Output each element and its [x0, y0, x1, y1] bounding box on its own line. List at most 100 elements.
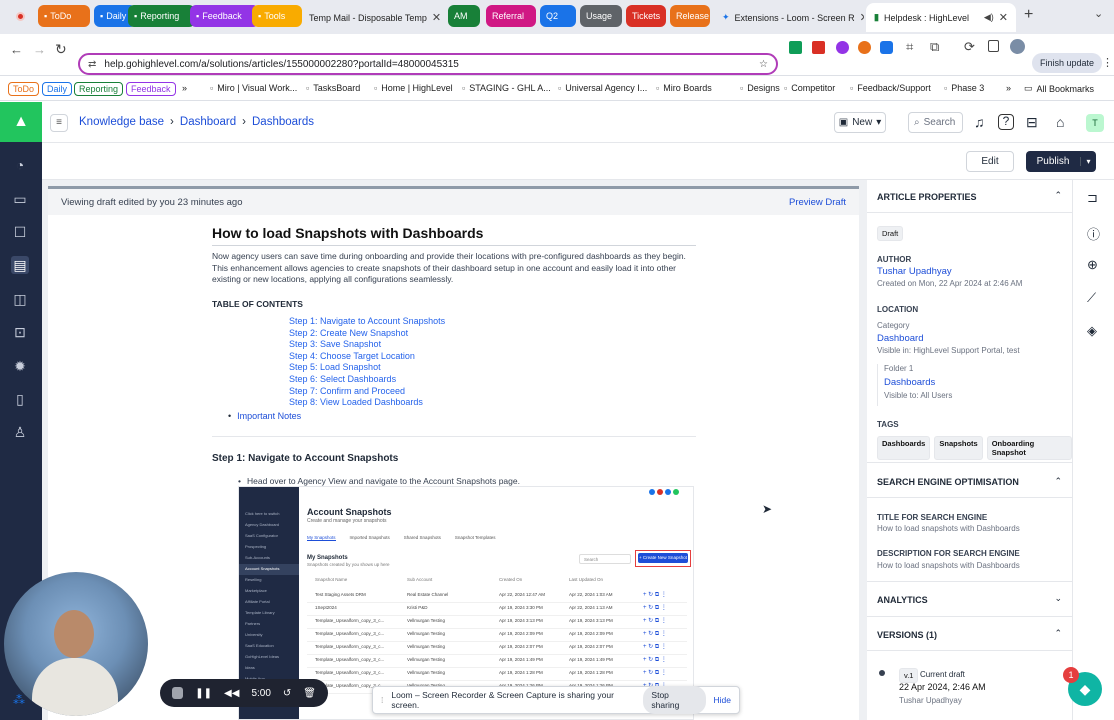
rewind-icon[interactable]: ◀◀: [224, 688, 239, 699]
tag-chip[interactable]: Snapshots: [934, 436, 983, 460]
tab-group-3[interactable]: ▪ Feedback: [190, 5, 259, 27]
author-link[interactable]: Tushar Upadhyay: [877, 266, 952, 277]
toc-link[interactable]: Step 6: Select Dashboards: [289, 374, 445, 386]
info-icon[interactable]: ⓘ: [1087, 224, 1100, 243]
close-tab-icon[interactable]: ✕: [432, 11, 441, 24]
toc-link[interactable]: Step 2: Create New Snapshot: [289, 328, 445, 340]
url-bar[interactable]: ⇄ help.gohighlevel.com/a/solutions/artic…: [78, 53, 778, 75]
hide-button[interactable]: Hide: [714, 695, 731, 705]
tickets-icon[interactable]: ▭: [11, 190, 29, 208]
tab-group-0[interactable]: ▪ ToDo: [38, 5, 90, 27]
site-info-icon[interactable]: ⇄: [88, 59, 96, 70]
store-icon[interactable]: ⌂: [1056, 114, 1064, 130]
chevron-up-icon[interactable]: ⌃: [1054, 628, 1062, 639]
bookmark-link[interactable]: ▫ Miro Boards: [656, 83, 712, 93]
collapse-sidebar-icon[interactable]: ≡: [50, 114, 68, 132]
user-avatar[interactable]: T: [1086, 114, 1104, 132]
bot-icon[interactable]: ⊡: [11, 323, 29, 341]
tab-loom-extensions[interactable]: ✦ Extensions - Loom - Screen R ✕: [714, 3, 864, 32]
restart-icon[interactable]: ↺: [283, 688, 291, 699]
audio-icon[interactable]: ◀): [984, 12, 994, 23]
help-icon[interactable]: ?: [998, 114, 1014, 130]
globe-icon[interactable]: ⊕: [1087, 257, 1098, 273]
close-tab-icon[interactable]: ✕: [999, 11, 1008, 24]
chevron-down-icon[interactable]: ▾: [1080, 157, 1096, 166]
toc-link[interactable]: Step 8: View Loaded Dashboards: [289, 397, 445, 409]
tag-chip[interactable]: Onboarding Snapshot: [986, 436, 1072, 460]
loom-grid-icon[interactable]: ⁂: [13, 693, 25, 707]
extension-icon[interactable]: [880, 41, 893, 54]
notifications-bell-icon[interactable]: ♫: [974, 114, 985, 130]
new-dropdown-button[interactable]: ▣ New ▾: [834, 112, 886, 133]
trash-icon[interactable]: 🗑: [303, 688, 316, 699]
all-bookmarks[interactable]: ▭ All Bookmarks: [1024, 83, 1094, 94]
bookmark-link[interactable]: ▫ Competitor: [784, 83, 835, 93]
edit-button[interactable]: Edit: [966, 151, 1014, 172]
close-tab-icon[interactable]: ✕: [860, 11, 864, 24]
profile-avatar[interactable]: [1010, 39, 1025, 54]
chevron-up-icon[interactable]: ⌃: [1054, 190, 1062, 201]
user-icon[interactable]: ♙: [11, 423, 29, 441]
analytics-section-header[interactable]: ANALYTICS ⌄: [867, 581, 1072, 617]
breadcrumb-dashboard[interactable]: Dashboard: [180, 116, 236, 128]
stop-sharing-button[interactable]: Stop sharing: [643, 686, 706, 714]
bookmark-chip[interactable]: Daily: [42, 82, 73, 96]
chat-icon[interactable]: ◫: [11, 290, 29, 308]
forward-icon[interactable]: →: [33, 42, 46, 57]
breadcrumb-knowledge-base[interactable]: Knowledge base: [79, 116, 164, 128]
version-date[interactable]: 22 Apr 2024, 2:46 AM: [899, 682, 986, 692]
tag-chip[interactable]: Dashboards: [877, 436, 931, 460]
stop-recording-icon[interactable]: [172, 687, 184, 699]
breadcrumb-dashboards[interactable]: Dashboards: [252, 116, 314, 128]
bookmarks-chevron[interactable]: »: [182, 83, 187, 93]
bookmark-chip[interactable]: Reporting: [74, 82, 124, 96]
contacts-icon[interactable]: ☐: [11, 223, 29, 241]
chevron-up-icon[interactable]: ⌃: [1054, 476, 1062, 487]
settings-icon[interactable]: ⊟: [1026, 114, 1038, 131]
tab-group-usage[interactable]: Usage: [580, 5, 622, 27]
bookmark-link[interactable]: ▫ Home | HighLevel: [374, 83, 453, 93]
panel-toggle-icon[interactable]: ⊐: [1087, 190, 1098, 206]
bookmark-link[interactable]: ▫ Universal Agency I...: [558, 83, 647, 93]
bookmark-link[interactable]: ▫ TasksBoard: [306, 83, 360, 93]
bookmark-chip[interactable]: Feedback: [126, 82, 176, 96]
new-tab-icon[interactable]: +: [1024, 6, 1033, 24]
bookmark-link[interactable]: ▫ Miro | Visual Work...: [210, 83, 297, 93]
publish-button[interactable]: Publish ▾: [1026, 151, 1096, 172]
bookmark-link[interactable]: ▫ Phase 3: [944, 83, 984, 93]
crop-icon[interactable]: ⌗: [906, 39, 913, 55]
toc-link[interactable]: Step 3: Save Snapshot: [289, 339, 445, 351]
tab-group-q2[interactable]: Q2: [540, 5, 576, 27]
search-input[interactable]: ⌕ Search: [908, 112, 963, 133]
properties-header[interactable]: ARTICLE PROPERTIES ⌃: [867, 180, 1072, 213]
extensions-puzzle-icon[interactable]: ⧉: [930, 39, 939, 55]
highlevel-logo[interactable]: ▲: [0, 102, 42, 142]
back-icon[interactable]: ←: [10, 42, 23, 57]
toc-link[interactable]: Step 7: Confirm and Proceed: [289, 386, 445, 398]
extension-icon[interactable]: [836, 41, 849, 54]
loom-camera-bubble[interactable]: [4, 572, 148, 716]
tab-group-release[interactable]: Release: [670, 5, 710, 27]
menu-kebab-icon[interactable]: ⋮: [1102, 56, 1113, 69]
chevron-down-icon[interactable]: ⌄: [1054, 593, 1062, 604]
tab-search-icon[interactable]: ⌄: [1094, 7, 1103, 20]
dashboard-gauge-icon[interactable]: ◔: [11, 156, 29, 174]
tab-temp-mail[interactable]: Temp Mail - Disposable Temp ✕: [296, 3, 444, 32]
sync-icon[interactable]: ⟳: [964, 39, 975, 55]
reports-icon[interactable]: ▯: [11, 390, 29, 408]
drag-handle-icon[interactable]: ⁞: [381, 695, 383, 705]
pause-icon[interactable]: ❚❚: [195, 688, 212, 699]
bookmark-chip[interactable]: ToDo: [8, 82, 40, 96]
toc-link[interactable]: Step 5: Load Snapshot: [289, 362, 445, 374]
bookmark-link[interactable]: ▫ Designs: [740, 83, 780, 93]
extension-icon[interactable]: [812, 41, 825, 54]
toc-link[interactable]: Step 1: Navigate to Account Snapshots: [289, 316, 445, 328]
seo-section-header[interactable]: SEARCH ENGINE OPTIMISATION ⌃: [867, 468, 1072, 498]
category-link[interactable]: Dashboard: [877, 333, 923, 344]
versions-section-header[interactable]: VERSIONS (1) ⌃: [867, 617, 1072, 651]
settings-gear-icon[interactable]: ✹: [11, 357, 29, 375]
bookmark-link[interactable]: ▫ STAGING - GHL A...: [462, 83, 551, 93]
knowledge-base-book-icon[interactable]: ▤: [11, 256, 29, 274]
reload-icon[interactable]: ↻: [55, 41, 67, 58]
tab-group-referral[interactable]: Referral: [486, 5, 536, 27]
